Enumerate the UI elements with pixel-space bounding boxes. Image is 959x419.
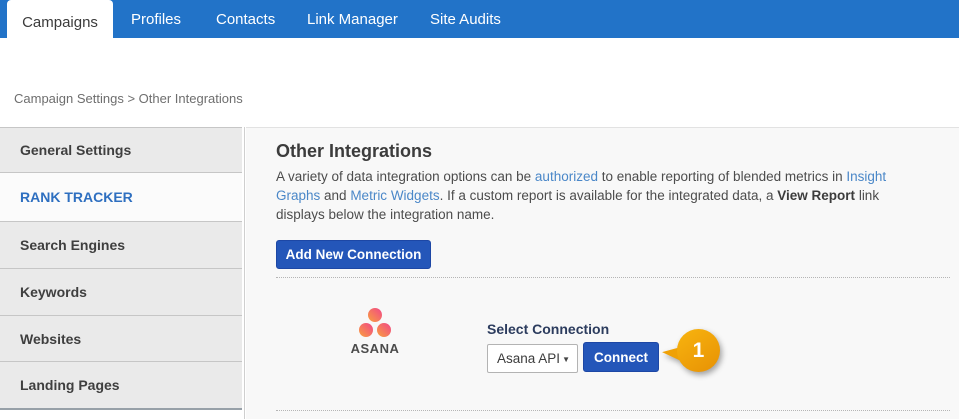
annotation-step-badge: 1 <box>660 329 722 375</box>
chevron-down-icon: ▼ <box>562 355 570 364</box>
sidebar-item-rank-tracker[interactable]: RANK TRACKER <box>0 172 242 221</box>
sidebar-item-keywords[interactable]: Keywords <box>0 268 242 315</box>
tab-campaigns-label: Campaigns <box>22 14 98 31</box>
page-title: Other Integrations <box>276 141 432 162</box>
asana-logo-icon <box>358 308 398 340</box>
tab-profiles[interactable]: Profiles <box>131 11 181 28</box>
add-new-connection-button[interactable]: Add New Connection <box>276 240 431 269</box>
add-new-connection-label: Add New Connection <box>286 247 422 262</box>
connect-button-label: Connect <box>594 350 648 365</box>
divider-bottom <box>276 410 950 411</box>
badge-number: 1 <box>677 329 720 372</box>
bold-text: View Report <box>777 188 855 203</box>
connection-select[interactable]: Asana API ▼ <box>487 344 578 373</box>
sidebar-item-general-settings[interactable]: General Settings <box>0 127 242 172</box>
tab-link-manager[interactable]: Link Manager <box>307 11 398 28</box>
breadcrumb: Campaign Settings > Other Integrations <box>14 91 243 106</box>
sidebar-item-websites[interactable]: Websites <box>0 315 242 361</box>
sidebar-vertical-divider <box>244 127 245 419</box>
select-connection-label: Select Connection <box>487 321 609 337</box>
tab-contacts[interactable]: Contacts <box>216 11 275 28</box>
sidebar-item-landing-pages[interactable]: Landing Pages <box>0 361 242 408</box>
connect-button[interactable]: Connect <box>583 342 659 372</box>
sidebar-bottom-divider <box>0 408 242 410</box>
inline-link[interactable]: authorized <box>535 169 598 184</box>
integration-name: ASANA <box>341 341 409 356</box>
connection-select-value: Asana API <box>497 351 560 366</box>
divider-top <box>276 277 950 278</box>
sidebar-item-search-engines[interactable]: Search Engines <box>0 221 242 268</box>
tab-site-audits[interactable]: Site Audits <box>430 11 501 28</box>
tab-campaigns[interactable]: Campaigns <box>7 0 113 44</box>
page-description: A variety of data integration options ca… <box>276 167 928 224</box>
inline-link[interactable]: Metric Widgets <box>350 188 439 203</box>
